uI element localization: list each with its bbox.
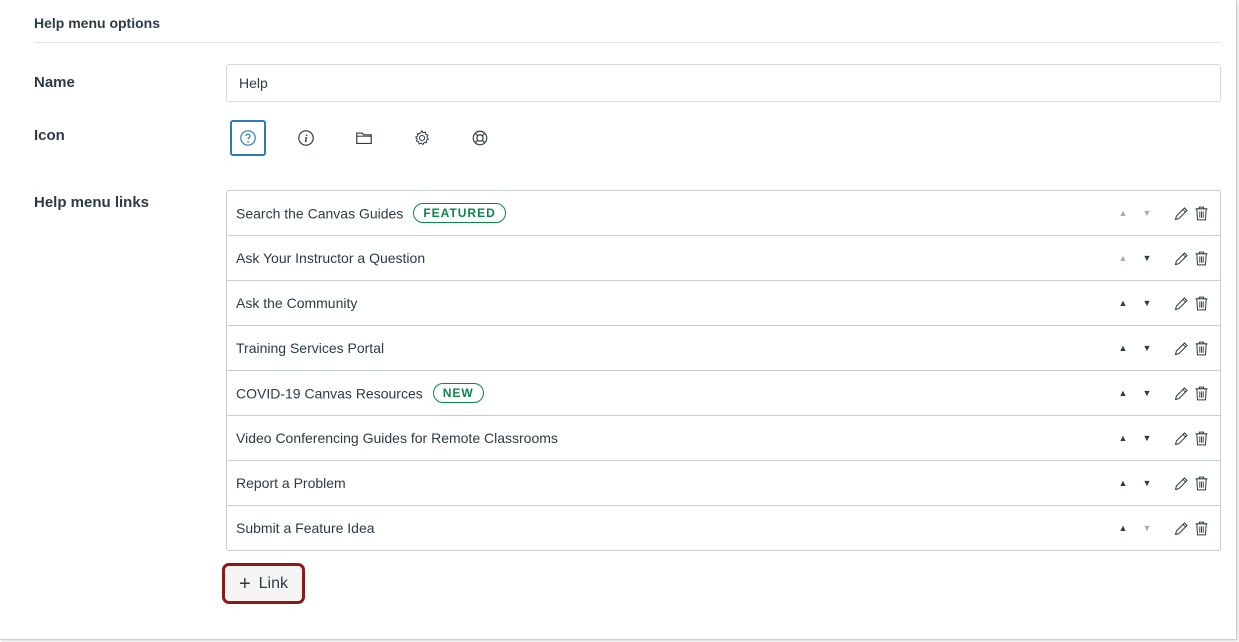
pencil-icon[interactable]: [1171, 518, 1191, 538]
move-up-icon[interactable]: ▲: [1117, 387, 1129, 399]
svg-text:i: i: [305, 133, 308, 145]
pencil-icon[interactable]: [1171, 383, 1191, 403]
move-up-icon: ▲: [1118, 208, 1128, 218]
link-row: Search the Canvas Guides FEATURED ▲ ▼: [227, 191, 1220, 236]
help-menu-links-table: Search the Canvas Guides FEATURED ▲ ▼ Ask Yo…: [226, 190, 1221, 551]
move-down-icon[interactable]: ▼: [1141, 432, 1153, 444]
name-input[interactable]: Help: [226, 64, 1221, 102]
move-up-icon[interactable]: ▲: [1117, 432, 1129, 444]
pencil-icon[interactable]: [1171, 428, 1191, 448]
link-label[interactable]: COVID-19 Canvas Resources: [236, 386, 423, 402]
link-badge: FEATURED: [413, 203, 506, 223]
link-label-container: Ask the Community: [236, 295, 357, 311]
link-label[interactable]: Submit a Feature Idea: [236, 520, 375, 536]
move-up-icon[interactable]: ▲: [1117, 342, 1129, 354]
link-label[interactable]: Ask the Community: [236, 295, 357, 311]
lifebuoy-icon[interactable]: [462, 120, 498, 156]
trash-icon[interactable]: [1191, 518, 1211, 538]
link-row: COVID-19 Canvas Resources NEW ▲ ▼: [227, 371, 1220, 416]
link-label-container: COVID-19 Canvas Resources NEW: [236, 383, 484, 405]
move-down-icon: ▼: [1142, 208, 1152, 218]
link-label-container: Search the Canvas Guides FEATURED: [236, 203, 506, 225]
gear-icon[interactable]: [404, 120, 440, 156]
question-icon[interactable]: [230, 120, 266, 156]
link-label-container: Training Services Portal: [236, 340, 384, 356]
pencil-icon[interactable]: [1171, 473, 1191, 493]
trash-icon[interactable]: [1191, 383, 1211, 403]
link-label-container: Report a Problem: [236, 475, 346, 491]
section-divider: [34, 42, 1221, 43]
link-label[interactable]: Search the Canvas Guides: [236, 206, 403, 222]
link-row: Training Services Portal ▲ ▼: [227, 326, 1220, 371]
trash-icon[interactable]: [1191, 338, 1211, 358]
trash-icon[interactable]: [1191, 428, 1211, 448]
move-down-icon[interactable]: ▼: [1141, 297, 1153, 309]
link-row: Report a Problem ▲ ▼: [227, 461, 1220, 506]
pencil-icon[interactable]: [1171, 203, 1191, 223]
icon-label: Icon: [34, 127, 65, 144]
link-label[interactable]: Training Services Portal: [236, 340, 384, 356]
move-down-icon[interactable]: ▼: [1141, 342, 1153, 354]
info-icon[interactable]: i: [288, 120, 324, 156]
move-down-icon[interactable]: ▼: [1141, 477, 1153, 489]
link-row: Ask Your Instructor a Question ▲ ▼: [227, 236, 1220, 281]
pencil-icon[interactable]: [1171, 338, 1191, 358]
trash-icon[interactable]: [1191, 248, 1211, 268]
move-down-icon[interactable]: ▼: [1141, 252, 1153, 264]
pencil-icon[interactable]: [1171, 248, 1191, 268]
trash-icon[interactable]: [1191, 473, 1211, 493]
link-label[interactable]: Ask Your Instructor a Question: [236, 250, 425, 266]
link-label[interactable]: Video Conferencing Guides for Remote Cla…: [236, 430, 558, 446]
trash-icon[interactable]: [1191, 203, 1211, 223]
add-link-label: Link: [258, 574, 289, 592]
section-title: Help menu options: [34, 15, 160, 31]
link-row: Ask the Community ▲ ▼: [227, 281, 1220, 326]
help-menu-links-label: Help menu links: [34, 194, 150, 211]
move-up-icon[interactable]: ▲: [1117, 477, 1129, 489]
link-label-container: Video Conferencing Guides for Remote Cla…: [236, 430, 558, 446]
move-up-icon[interactable]: ▲: [1117, 522, 1129, 534]
pencil-icon[interactable]: [1171, 293, 1191, 313]
link-badge: NEW: [432, 383, 484, 403]
move-down-icon: ▼: [1142, 523, 1152, 533]
folder-icon[interactable]: [346, 120, 382, 156]
link-label-container: Ask Your Instructor a Question: [236, 250, 425, 266]
move-up-icon: ▲: [1118, 253, 1128, 263]
move-up-icon[interactable]: ▲: [1117, 297, 1129, 309]
name-label: Name: [34, 74, 75, 91]
move-down-icon[interactable]: ▼: [1141, 387, 1153, 399]
link-label-container: Submit a Feature Idea: [236, 520, 375, 536]
link-label[interactable]: Report a Problem: [236, 475, 346, 491]
trash-icon[interactable]: [1191, 293, 1211, 313]
link-row: Video Conferencing Guides for Remote Cla…: [227, 416, 1220, 461]
add-link-button[interactable]: + Link: [222, 563, 305, 604]
plus-icon: +: [238, 572, 251, 595]
link-row: Submit a Feature Idea ▲ ▼: [227, 506, 1220, 551]
